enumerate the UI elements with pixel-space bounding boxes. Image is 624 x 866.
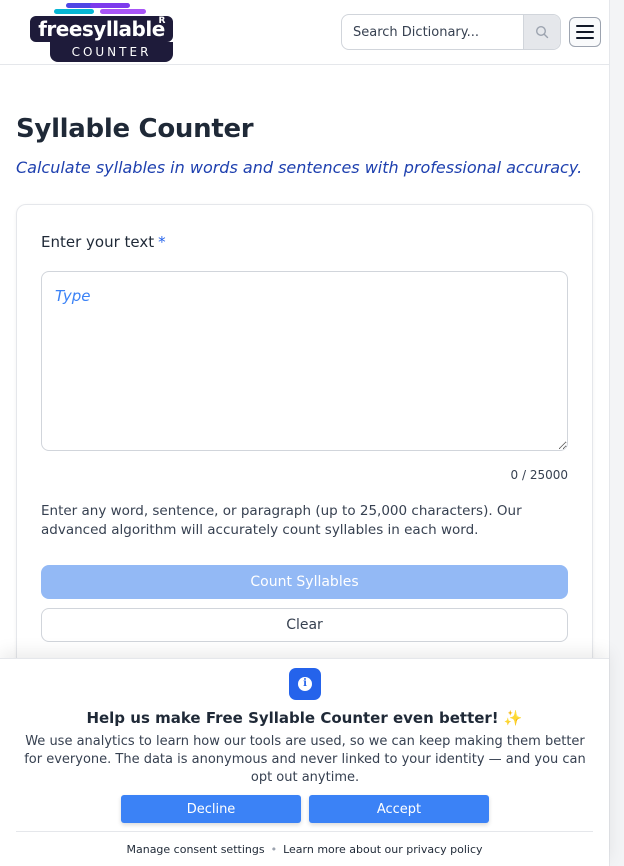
logo-registered-mark: R — [158, 16, 166, 26]
search-input[interactable] — [342, 15, 525, 49]
consent-links: Manage consent settings • Learn more about… — [0, 843, 609, 856]
help-text: Enter any word, sentence, or paragraph (… — [41, 503, 522, 538]
page-title: Syllable Counter — [16, 114, 254, 144]
logo-subtext: COUNTER — [50, 42, 173, 62]
page-scrollbar[interactable] — [609, 0, 624, 866]
dictionary-search — [341, 14, 561, 50]
hamburger-menu-button[interactable] — [569, 17, 601, 47]
required-mark: * — [158, 233, 166, 251]
hamburger-menu-icon — [576, 31, 594, 33]
logo-stripe — [54, 9, 94, 14]
site-header: freesyllable R COUNTER — [0, 0, 609, 65]
logo-stripe — [100, 9, 146, 14]
consent-divider — [16, 831, 593, 832]
text-input-label: Enter your text * — [41, 233, 166, 251]
consent-banner: i Help us make Free Syllable Counter eve… — [0, 658, 609, 866]
decline-button[interactable]: Decline — [121, 795, 301, 823]
text-input-area[interactable] — [41, 271, 568, 451]
info-glyph: i — [298, 677, 312, 691]
text-input-label-text: Enter your text — [41, 233, 155, 251]
syllable-form-card: Enter your text* 0 / 25000 Enter any wor… — [16, 204, 593, 704]
search-icon — [535, 25, 549, 39]
logo-stripe — [90, 3, 130, 8]
clear-button[interactable]: Clear — [41, 608, 568, 642]
hamburger-menu-icon — [576, 37, 594, 39]
page-subtitle: Calculate syllables in words and sentenc… — [16, 158, 583, 177]
logo-wordmark: freesyllable — [30, 16, 173, 42]
accept-button[interactable]: Accept — [309, 795, 489, 823]
link-separator: • — [270, 843, 278, 856]
count-syllables-button[interactable]: Count Syllables — [41, 565, 568, 599]
site-logo[interactable]: freesyllable R COUNTER — [30, 3, 174, 63]
consent-text: We use analytics to learn how our tools … — [24, 734, 586, 785]
info-icon: i — [289, 668, 321, 700]
character-counter: 0 / 25000 — [510, 468, 568, 482]
search-button[interactable] — [523, 15, 560, 49]
privacy-policy-link[interactable]: Learn more about our privacy policy — [283, 843, 482, 856]
consent-title: Help us make Free Syllable Counter even … — [86, 709, 523, 727]
manage-consent-link[interactable]: Manage consent settings — [126, 843, 264, 856]
hamburger-menu-icon — [576, 25, 594, 27]
